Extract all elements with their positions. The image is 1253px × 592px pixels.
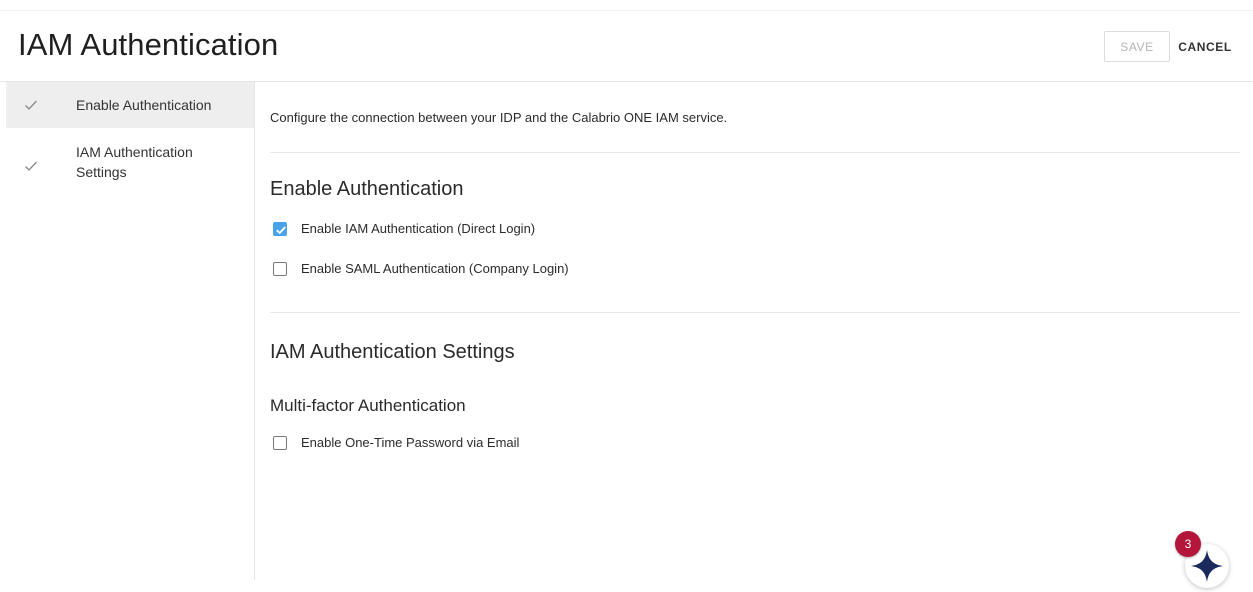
page-title: IAM Authentication — [18, 27, 279, 62]
enable-one-time-password-checkbox[interactable] — [273, 435, 287, 450]
enable-saml-authentication-checkbox-row[interactable]: Enable SAML Authentication (Company Logi… — [273, 261, 569, 276]
checkbox-label: Enable SAML Authentication (Company Logi… — [301, 261, 569, 276]
sidebar-item-enable-authentication[interactable]: Enable Authentication — [6, 82, 254, 128]
assistant-launcher-button[interactable]: 3 — [1175, 530, 1235, 590]
divider — [270, 152, 1240, 153]
sidebar-nav: Enable Authentication IAM Authentication… — [6, 82, 255, 580]
enable-one-time-password-checkbox-row[interactable]: Enable One-Time Password via Email — [273, 435, 519, 450]
cancel-button[interactable]: CANCEL — [1172, 31, 1238, 62]
sidebar-item-label: IAM Authentication Settings — [76, 144, 193, 180]
intro-text: Configure the connection between your ID… — [270, 110, 728, 125]
enable-saml-authentication-checkbox[interactable] — [273, 261, 287, 276]
save-button[interactable]: SAVE — [1104, 31, 1170, 62]
check-icon — [24, 159, 38, 173]
iam-authentication-settings-heading: IAM Authentication Settings — [270, 341, 515, 363]
sidebar-item-label: Enable Authentication — [76, 97, 212, 113]
multi-factor-authentication-heading: Multi-factor Authentication — [270, 396, 466, 415]
divider — [270, 312, 1240, 313]
enable-iam-authentication-checkbox[interactable] — [273, 221, 287, 236]
page-header: IAM Authentication SAVE CANCEL — [0, 11, 1253, 82]
enable-iam-authentication-checkbox-row[interactable]: Enable IAM Authentication (Direct Login) — [273, 221, 535, 236]
check-icon — [24, 98, 38, 112]
checkbox-label: Enable IAM Authentication (Direct Login) — [301, 221, 536, 236]
sidebar-item-iam-authentication-settings[interactable]: IAM Authentication Settings — [6, 138, 254, 190]
page: IAM Authentication SAVE CANCEL Enable Au… — [0, 0, 1253, 592]
checkbox-label: Enable One-Time Password via Email — [301, 435, 520, 450]
notification-badge: 3 — [1175, 531, 1201, 557]
enable-authentication-heading: Enable Authentication — [270, 178, 464, 200]
